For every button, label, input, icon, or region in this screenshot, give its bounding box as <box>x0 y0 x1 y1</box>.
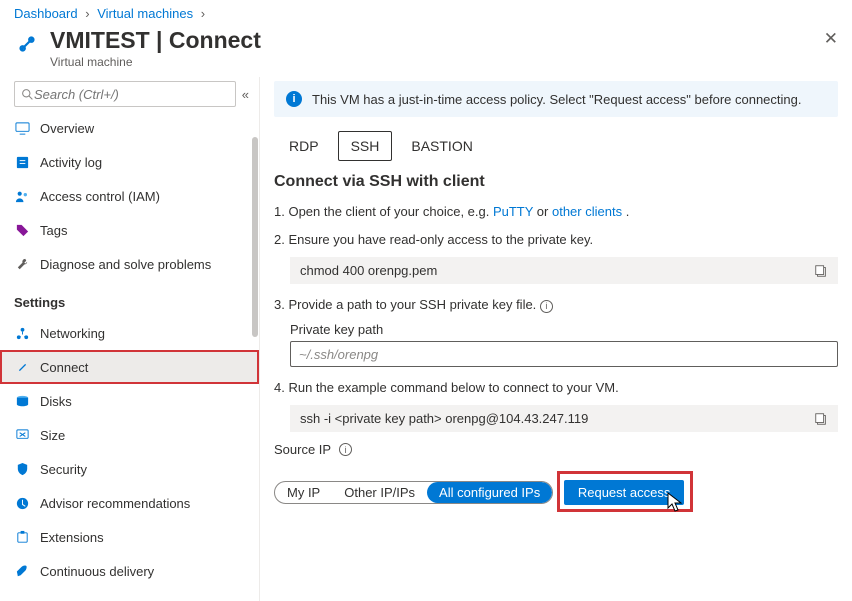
sidebar-item-label: Advisor recommendations <box>40 496 190 511</box>
sidebar-item-label: Size <box>40 428 65 443</box>
request-access-highlight: Request access <box>557 471 694 512</box>
sidebar-item-label: Networking <box>40 326 105 341</box>
ssh-command: ssh -i <private key path> orenpg@104.43.… <box>290 405 838 432</box>
tab-ssh[interactable]: SSH <box>338 131 393 161</box>
ssh-heading: Connect via SSH with client <box>274 173 838 191</box>
log-icon <box>14 155 30 170</box>
scrollbar-thumb[interactable] <box>252 137 258 337</box>
breadcrumb-virtual-machines[interactable]: Virtual machines <box>97 6 193 21</box>
sidebar-item-continuous-delivery[interactable]: Continuous delivery <box>0 554 259 588</box>
copy-icon[interactable] <box>814 412 828 426</box>
sidebar-item-label: Disks <box>40 394 72 409</box>
connect-tabs: RDP SSH BASTION <box>274 131 838 161</box>
pill-other-ips[interactable]: Other IP/IPs <box>332 482 427 503</box>
rocket-icon <box>14 564 30 579</box>
info-icon[interactable]: i <box>339 443 352 456</box>
pill-all-configured-ips[interactable]: All configured IPs <box>427 482 552 503</box>
source-ip-selector: My IP Other IP/IPs All configured IPs <box>274 481 553 504</box>
sidebar-item-extensions[interactable]: Extensions <box>0 520 259 554</box>
sidebar-item-label: Extensions <box>40 530 104 545</box>
close-button[interactable]: ✕ <box>824 29 838 49</box>
info-icon: i <box>286 91 302 107</box>
sidebar-item-access-control[interactable]: Access control (IAM) <box>0 179 259 213</box>
sidebar-item-label: Activity log <box>40 155 102 170</box>
people-icon <box>14 189 30 204</box>
resource-type: Virtual machine <box>50 55 261 69</box>
search-input[interactable] <box>34 87 229 102</box>
sidebar-item-security[interactable]: Security <box>0 452 259 486</box>
page-title: VMITEST | Connect <box>50 27 261 53</box>
sidebar-item-activity-log[interactable]: Activity log <box>0 145 259 179</box>
sidebar-item-label: Connect <box>40 360 88 375</box>
sidebar-item-networking[interactable]: Networking <box>0 316 259 350</box>
monitor-icon <box>14 121 30 136</box>
sidebar-item-label: Overview <box>40 121 94 136</box>
search-input-wrapper[interactable] <box>14 81 236 107</box>
link-other-clients[interactable]: other clients <box>552 204 622 219</box>
connect-icon <box>14 360 30 375</box>
source-ip-label: Source IP <box>274 442 331 457</box>
link-putty[interactable]: PuTTY <box>493 204 533 219</box>
extension-icon <box>14 530 30 545</box>
wrench-icon <box>14 257 30 272</box>
tag-icon <box>14 223 30 238</box>
code-text: ssh -i <private key path> orenpg@104.43.… <box>300 411 588 426</box>
tab-rdp[interactable]: RDP <box>276 131 332 161</box>
request-access-button[interactable]: Request access <box>564 480 685 505</box>
copy-icon[interactable] <box>814 264 828 278</box>
sidebar-item-label: Security <box>40 462 87 477</box>
sidebar-item-overview[interactable]: Overview <box>0 111 259 145</box>
network-icon <box>14 326 30 341</box>
search-icon <box>21 88 34 101</box>
step-4: 4. Run the example command below to conn… <box>274 377 838 399</box>
sidebar-item-connect[interactable]: Connect <box>0 350 259 384</box>
chevron-right-icon: › <box>85 6 89 21</box>
shield-icon <box>14 462 30 477</box>
sidebar: « Overview Activity log Access control (… <box>0 77 260 601</box>
sidebar-item-advisor[interactable]: Advisor recommendations <box>0 486 259 520</box>
advisor-icon <box>14 496 30 511</box>
collapse-sidebar-icon[interactable]: « <box>242 87 249 102</box>
info-icon[interactable]: i <box>540 300 553 313</box>
tab-bastion[interactable]: BASTION <box>398 131 485 161</box>
sidebar-item-tags[interactable]: Tags <box>0 213 259 247</box>
sidebar-item-size[interactable]: Size <box>0 418 259 452</box>
banner-text: This VM has a just-in-time access policy… <box>312 92 801 107</box>
pill-my-ip[interactable]: My IP <box>275 482 332 503</box>
breadcrumb-dashboard[interactable]: Dashboard <box>14 6 78 21</box>
connect-icon <box>14 31 40 57</box>
sidebar-item-label: Tags <box>40 223 67 238</box>
disk-icon <box>14 394 30 409</box>
sidebar-item-label: Access control (IAM) <box>40 189 160 204</box>
code-text: chmod 400 orenpg.pem <box>300 263 437 278</box>
size-icon <box>14 428 30 443</box>
sidebar-section-settings: Settings <box>0 281 259 316</box>
private-key-label: Private key path <box>290 322 838 337</box>
step-2: 2. Ensure you have read-only access to t… <box>274 229 838 251</box>
page-header: VMITEST | Connect Virtual machine ✕ <box>0 23 852 77</box>
chmod-command: chmod 400 orenpg.pem <box>290 257 838 284</box>
step-3: 3. Provide a path to your SSH private ke… <box>274 294 838 316</box>
main-content: i This VM has a just-in-time access poli… <box>260 77 852 601</box>
sidebar-item-label: Continuous delivery <box>40 564 154 579</box>
sidebar-item-label: Diagnose and solve problems <box>40 257 211 272</box>
chevron-right-icon: › <box>201 6 205 21</box>
sidebar-item-diagnose[interactable]: Diagnose and solve problems <box>0 247 259 281</box>
jit-access-banner: i This VM has a just-in-time access poli… <box>274 81 838 117</box>
sidebar-item-disks[interactable]: Disks <box>0 384 259 418</box>
step-1: 1. Open the client of your choice, e.g. … <box>274 201 838 223</box>
private-key-path-input[interactable] <box>290 341 838 367</box>
breadcrumb: Dashboard › Virtual machines › <box>0 0 852 23</box>
